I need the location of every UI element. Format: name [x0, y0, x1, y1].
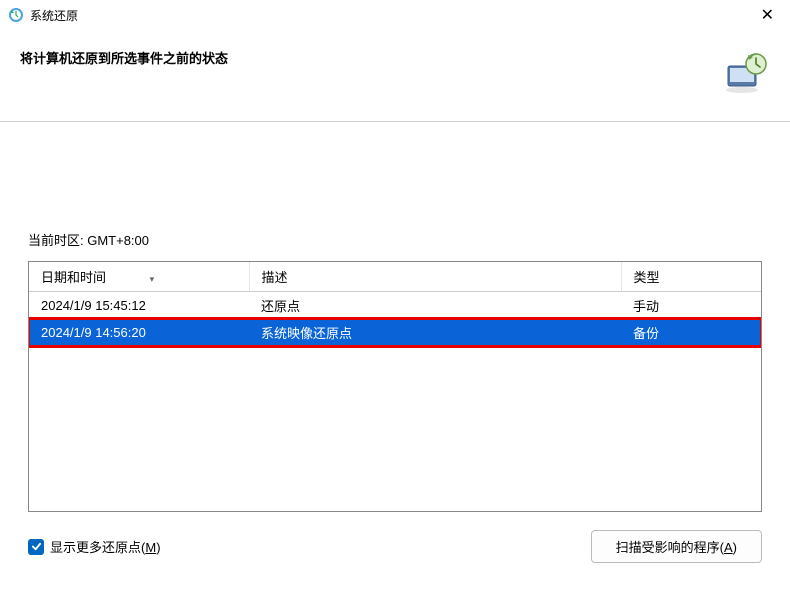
column-header-datetime[interactable]: 日期和时间 ▾ [29, 262, 249, 292]
titlebar-left: 系统还原 [8, 7, 78, 24]
cell-description: 系统映像还原点 [249, 319, 621, 346]
system-restore-icon [722, 48, 770, 96]
timezone-label: 当前时区: GMT+8:00 [28, 230, 762, 249]
column-header-datetime-label: 日期和时间 [41, 270, 106, 285]
close-icon[interactable]: ✕ [753, 3, 782, 27]
content-area: 当前时区: GMT+8:00 日期和时间 ▾ 描述 类型 2024/1/9 15… [0, 230, 790, 512]
column-header-description[interactable]: 描述 [249, 262, 621, 292]
restore-points-table: 日期和时间 ▾ 描述 类型 2024/1/9 15:45:12还原点手动2024… [28, 261, 762, 512]
cell-description: 还原点 [249, 292, 621, 320]
table-row[interactable]: 2024/1/9 14:56:20系统映像还原点备份 [29, 319, 761, 346]
column-header-type[interactable]: 类型 [621, 262, 761, 292]
checkbox-checked-icon [28, 539, 44, 555]
show-more-checkbox[interactable]: 显示更多还原点(M) [28, 537, 161, 556]
cell-datetime: 2024/1/9 15:45:12 [29, 292, 249, 320]
cell-type: 手动 [621, 292, 761, 320]
cell-type: 备份 [621, 319, 761, 346]
page-title: 将计算机还原到所选事件之前的状态 [20, 48, 228, 67]
sort-desc-icon: ▾ [150, 274, 155, 285]
show-more-label: 显示更多还原点(M) [50, 537, 161, 556]
window-title: 系统还原 [30, 7, 78, 24]
footer: 显示更多还原点(M) 扫描受影响的程序(A) [0, 530, 790, 563]
table-header-row: 日期和时间 ▾ 描述 类型 [29, 262, 761, 292]
cell-datetime: 2024/1/9 14:56:20 [29, 319, 249, 346]
titlebar: 系统还原 ✕ [0, 0, 790, 30]
restore-icon [8, 7, 24, 23]
divider [0, 121, 790, 122]
scan-affected-programs-button[interactable]: 扫描受影响的程序(A) [591, 530, 762, 563]
dialog-header: 将计算机还原到所选事件之前的状态 [0, 30, 790, 96]
table-row[interactable]: 2024/1/9 15:45:12还原点手动 [29, 292, 761, 320]
